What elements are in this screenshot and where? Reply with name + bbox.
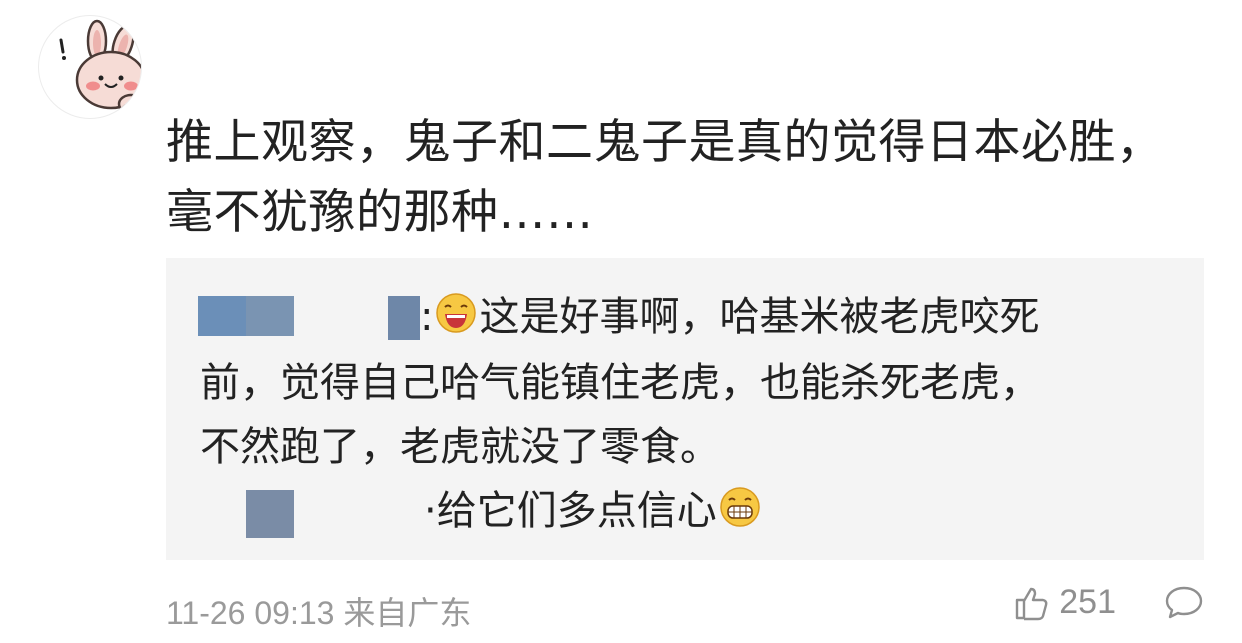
blurred-username xyxy=(246,490,294,538)
reply-separator: · xyxy=(424,488,437,534)
location: 来自广东 xyxy=(343,595,472,631)
comment-button[interactable] xyxy=(1164,584,1204,622)
reply-line-1: : 这是好事啊，哈基米被老虎咬死 xyxy=(420,286,1039,348)
blurred-username-segment xyxy=(388,296,420,340)
reply-colon: : xyxy=(420,294,434,340)
reply-box[interactable]: : 这是好事啊，哈基米被老虎咬死 前，觉得自己哈气能镇住老虎，也能杀死老虎， 不… xyxy=(166,258,1204,560)
reply-line-2: 前，觉得自己哈气能镇住老虎，也能杀死老虎， xyxy=(200,360,1040,406)
reply-text-line-1: 这是好事啊，哈基米被老虎咬死 xyxy=(479,294,1040,340)
laughing-face-icon xyxy=(436,293,477,333)
comment-actions: 251 xyxy=(1013,583,1204,622)
timestamp: 11-26 09:13 xyxy=(166,595,335,631)
thumbs-up-icon xyxy=(1016,587,1048,620)
blurred-username-segment xyxy=(246,296,294,336)
avatar[interactable] xyxy=(38,15,142,119)
reply-text-line-4: 给它们多点信心 xyxy=(436,488,717,534)
reply-line-4: ·给它们多点信心 xyxy=(424,480,763,542)
reply-line-3: 不然跑了，老虎就没了零食。 xyxy=(200,424,720,470)
like-button[interactable]: 251 xyxy=(1013,583,1116,622)
grinning-face-icon xyxy=(719,487,760,527)
cartoon-rabbit-icon xyxy=(59,19,141,115)
comment-meta: 11-26 09:13 来自广东 xyxy=(166,588,471,634)
like-count: 251 xyxy=(1059,583,1116,621)
comment-bubble-icon xyxy=(1165,586,1203,618)
comment-text: 推上观察，鬼子和二鬼子是真的觉得日本必胜，毫不犹豫的那种…… xyxy=(166,115,1164,240)
